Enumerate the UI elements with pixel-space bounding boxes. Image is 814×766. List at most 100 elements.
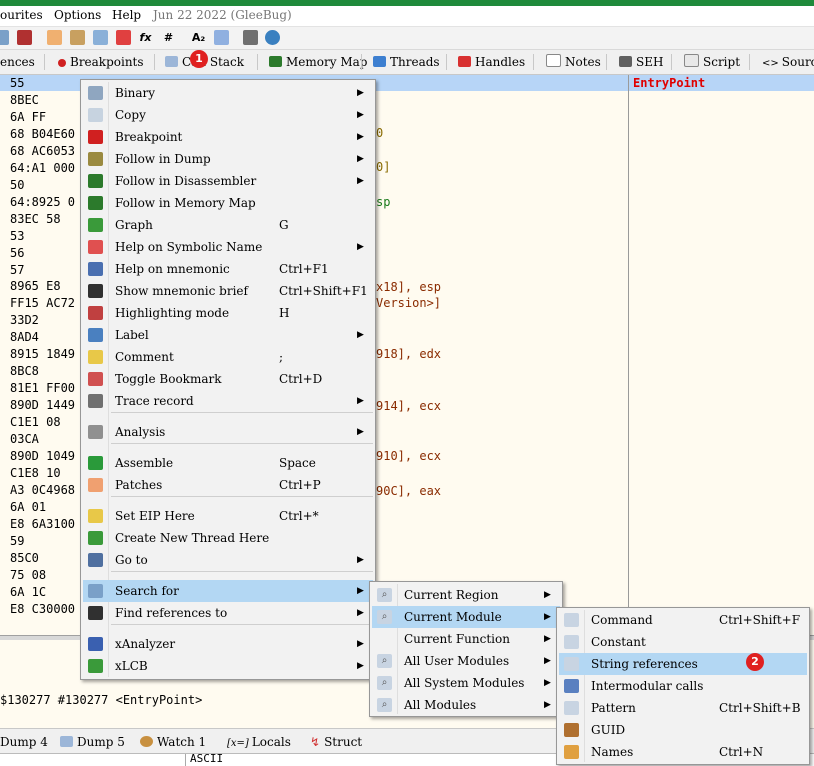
disasm-bytes[interactable]: 53 <box>10 228 24 244</box>
menu-item-xanalyzer[interactable]: xAnalyzer ▶ <box>83 633 373 655</box>
hash-icon[interactable]: # <box>161 30 176 45</box>
menu-item-label[interactable]: Label ▶ <box>83 324 373 346</box>
menu-item-command[interactable]: Command Ctrl+Shift+F <box>559 609 807 631</box>
menu-item-current-function[interactable]: Current Function ▶ <box>372 628 560 650</box>
disasm-bytes[interactable]: 85C0 <box>10 550 39 566</box>
menu-favourites[interactable]: ourites <box>0 8 43 22</box>
disasm-bytes[interactable]: FF15 AC72 <box>10 295 75 311</box>
tab-handles[interactable]: Handles <box>458 52 525 72</box>
menu-help[interactable]: Help <box>112 8 141 22</box>
tab-dump-5[interactable]: Dump 5 <box>60 732 125 752</box>
disasm-bytes[interactable]: 6A 01 <box>10 499 46 515</box>
calculator-icon[interactable] <box>243 30 258 45</box>
disasm-bytes[interactable]: 890D 1449 <box>10 397 75 413</box>
menu-item-assemble[interactable]: Assemble Space <box>83 452 373 474</box>
disasm-bytes[interactable]: 81E1 FF00 <box>10 380 75 396</box>
tab-locals[interactable]: [x=] Locals <box>227 732 291 752</box>
disasm-bytes[interactable]: C1E1 08 <box>10 414 61 430</box>
menu-item-trace-record[interactable]: Trace record ▶ <box>83 390 373 412</box>
tab-watch-1[interactable]: Watch 1 <box>140 732 206 752</box>
disasm-bytes[interactable]: 64:8925 0 <box>10 194 75 210</box>
disasm-bytes[interactable]: 8965 E8 <box>10 278 61 294</box>
disasm-bytes[interactable]: 8BEC <box>10 92 39 108</box>
operand-fragment: Version>] <box>376 296 442 310</box>
disasm-bytes[interactable]: 6A FF <box>10 109 46 125</box>
tab-memory-map[interactable]: Memory Map <box>269 52 367 72</box>
disasm-bytes[interactable]: A3 0C4968 <box>10 482 75 498</box>
menu-item-intermodular-calls[interactable]: Intermodular calls <box>559 675 807 697</box>
disasm-bytes[interactable]: 55 <box>10 75 24 91</box>
globe-icon[interactable] <box>265 30 280 45</box>
tab-notes[interactable]: Notes <box>546 52 601 72</box>
menu-item-all-user-modules[interactable]: ⌕ All User Modules ▶ <box>372 650 560 672</box>
link-icon[interactable] <box>70 30 85 45</box>
menu-item-breakpoint[interactable]: Breakpoint ▶ <box>83 126 373 148</box>
menu-item-follow-in-memory-map[interactable]: Follow in Memory Map <box>83 192 373 214</box>
menu-item-patches[interactable]: Patches Ctrl+P <box>83 474 373 496</box>
font-icon[interactable]: A₂ <box>191 30 206 45</box>
menu-item-graph[interactable]: Graph G <box>83 214 373 236</box>
pen-icon[interactable] <box>47 30 62 45</box>
document-icon[interactable] <box>214 30 229 45</box>
disasm-bytes[interactable]: 50 <box>10 177 24 193</box>
menu-item-pattern[interactable]: Pattern Ctrl+Shift+B <box>559 697 807 719</box>
disasm-bytes[interactable]: E8 C30000 <box>10 601 75 617</box>
menu-item-all-modules[interactable]: ⌕ All Modules ▶ <box>372 694 560 716</box>
menu-item-analysis[interactable]: Analysis ▶ <box>83 421 373 443</box>
disasm-bytes[interactable]: 8AD4 <box>10 329 39 345</box>
disasm-bytes[interactable]: 83EC 58 <box>10 211 61 227</box>
disasm-bytes[interactable]: 75 08 <box>10 567 46 583</box>
menu-item-set-eip-here[interactable]: Set EIP Here Ctrl+* <box>83 505 373 527</box>
disasm-bytes[interactable]: 8BC8 <box>10 363 39 379</box>
menu-item-help-on-symbolic-name[interactable]: Help on Symbolic Name ▶ <box>83 236 373 258</box>
menu-item-all-system-modules[interactable]: ⌕ All System Modules ▶ <box>372 672 560 694</box>
menu-item-guid[interactable]: GUID <box>559 719 807 741</box>
menu-item-xlcb[interactable]: xLCB ▶ <box>83 655 373 677</box>
tab-threads[interactable]: Threads <box>373 52 440 72</box>
menu-item-comment[interactable]: Comment; <box>83 346 373 368</box>
tab-seh[interactable]: SEH <box>619 52 663 72</box>
disasm-bytes[interactable]: 56 <box>10 245 24 261</box>
tab-struct[interactable]: ↯ Struct <box>310 732 362 752</box>
menu-item-binary[interactable]: Binary ▶ <box>83 82 373 104</box>
disasm-bytes[interactable]: 890D 1049 <box>10 448 75 464</box>
tab-script[interactable]: Script <box>684 52 740 72</box>
tab-breakpoints[interactable]: Breakpoints <box>58 52 144 72</box>
tag-icon[interactable] <box>93 30 108 45</box>
disasm-bytes[interactable]: 68 AC6053 <box>10 143 75 159</box>
menu-item-follow-in-disassembler[interactable]: Follow in Disassembler ▶ <box>83 170 373 192</box>
tab-references[interactable]: ences <box>0 52 35 72</box>
disasm-bytes[interactable]: 03CA <box>10 431 39 447</box>
menu-item-highlighting-mode[interactable]: Highlighting mode H <box>83 302 373 324</box>
menu-item-follow-in-dump[interactable]: Follow in Dump ▶ <box>83 148 373 170</box>
menu-item-current-module[interactable]: ⌕ Current Module ▶ <box>372 606 560 628</box>
menu-options[interactable]: Options <box>54 8 101 22</box>
menu-item-go-to[interactable]: Go to ▶ <box>83 549 373 571</box>
menu-item-toggle-bookmark[interactable]: Toggle Bookmark Ctrl+D <box>83 368 373 390</box>
menu-item-constant[interactable]: Constant <box>559 631 807 653</box>
disasm-bytes[interactable]: 64:A1 000 <box>10 160 75 176</box>
menu-item-names[interactable]: Names Ctrl+N <box>559 741 807 763</box>
menu-item-search-for[interactable]: Search for ▶ <box>83 580 373 602</box>
menu-item-current-region[interactable]: ⌕ Current Region ▶ <box>372 584 560 606</box>
disasm-bytes[interactable]: 8915 1849 <box>10 346 75 362</box>
menu-item-find-references-to[interactable]: Find references to ▶ <box>83 602 373 624</box>
menu-item-help-on-mnemonic[interactable]: Help on mnemonic Ctrl+F1 <box>83 258 373 280</box>
disasm-bytes[interactable]: 57 <box>10 262 24 278</box>
tab-source[interactable]: <>Source <box>762 52 814 72</box>
menu-item-create-new-thread-here[interactable]: Create New Thread Here <box>83 527 373 549</box>
disasm-bytes[interactable]: C1E8 10 <box>10 465 61 481</box>
disasm-bytes[interactable]: E8 6A3100 <box>10 516 75 532</box>
disasm-bytes[interactable]: 68 B04E60 <box>10 126 75 142</box>
menu-item-string-references[interactable]: String references <box>559 653 807 675</box>
script-icon[interactable] <box>0 30 9 45</box>
disasm-bytes[interactable]: 33D2 <box>10 312 39 328</box>
menu-item-show-mnemonic-brief[interactable]: Show mnemonic brief Ctrl+Shift+F1 <box>83 280 373 302</box>
tab-dump-4[interactable]: Dump 4 <box>0 732 48 752</box>
disasm-bytes[interactable]: 6A 1C <box>10 584 46 600</box>
disasm-bytes[interactable]: 59 <box>10 533 24 549</box>
function-icon[interactable]: fx <box>138 30 153 45</box>
menu-item-copy[interactable]: Copy ▶ <box>83 104 373 126</box>
eraser-icon[interactable] <box>116 30 131 45</box>
bug-icon[interactable] <box>17 30 32 45</box>
